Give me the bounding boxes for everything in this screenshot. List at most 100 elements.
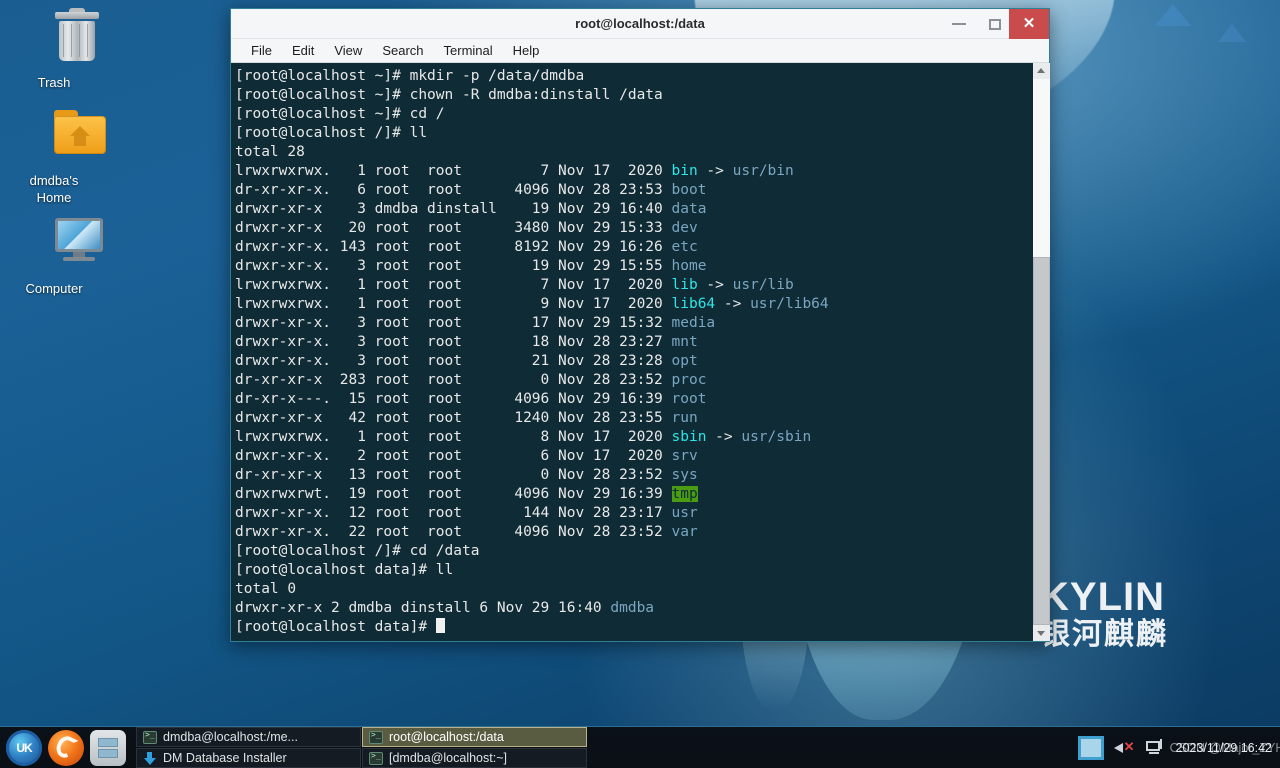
taskbar-item-root-data[interactable]: root@localhost:/data [362,727,587,747]
terminal-line: drwxr-xr-x. 3 root root 19 Nov 29 15:55 … [235,257,1032,276]
taskbar-item-dmdba-media[interactable]: dmdba@localhost:/me... [136,727,361,747]
terminal-line: [root@localhost data]# ll [235,561,1032,580]
desktop-icon-trash[interactable]: Trash [0,12,108,91]
desktop-icon-label: Computer [25,281,82,296]
terminal-icon [143,731,157,744]
taskbar-item-dmdba-home[interactable]: [dmdba@localhost:~] [362,748,587,768]
terminal-text: drwxr-xr-x. 12 root root 144 Nov 28 23:1… [235,505,672,521]
taskbar-window-list[interactable]: dmdba@localhost:/me... root@localhost:/d… [136,727,587,768]
kylin-brand-en: KYLIN [1040,576,1168,618]
terminal-body[interactable]: [root@localhost ~]# mkdir -p /data/dmdba… [231,63,1049,641]
terminal-text: drwxr-xr-x 2 dmdba dinstall 6 Nov 29 16:… [235,600,610,616]
show-desktop-icon[interactable] [1078,736,1104,760]
terminal-text: [root@localhost data]# ll [235,562,453,578]
menu-item-edit[interactable]: Edit [282,39,324,63]
minimize-button[interactable] [941,9,977,39]
taskbar-item-dm-installer[interactable]: DM Database Installer [136,748,361,768]
taskbar-item-label: DM Database Installer [163,751,287,765]
terminal-line: [root@localhost /]# ll [235,124,1032,143]
window-titlebar[interactable]: root@localhost:/data ✕ [231,9,1049,39]
menu-item-search[interactable]: Search [372,39,433,63]
terminal-line: drwxr-xr-x. 3 root root 17 Nov 29 15:32 … [235,314,1032,333]
terminal-text: [root@localhost ~]# mkdir -p /data/dmdba [235,68,584,84]
terminal-text: [root@localhost ~]# chown -R dmdba:dinst… [235,87,663,103]
terminal-output[interactable]: [root@localhost ~]# mkdir -p /data/dmdba… [231,63,1032,641]
terminal-text: mnt [672,334,698,350]
menubar[interactable]: File Edit View Search Terminal Help [231,39,1049,63]
wallpaper-triangle-b [1218,24,1246,42]
maximize-button[interactable] [977,9,1013,39]
terminal-line: total 0 [235,580,1032,599]
computer-icon [0,218,108,274]
terminal-line: [root@localhost data]# [235,618,1032,637]
terminal-text: usr/bin [733,163,794,179]
scroll-up-button[interactable] [1033,63,1050,79]
terminal-text: dmdba [610,600,654,616]
terminal-text: total 0 [235,581,296,597]
terminal-text: dr-xr-xr-x. 6 root root 4096 Nov 28 23:5… [235,182,672,198]
terminal-text: bin [672,163,698,179]
menu-item-view[interactable]: View [324,39,372,63]
minimize-icon [952,23,966,25]
kylin-brand-cn: 银河麒麟 [1040,618,1168,652]
terminal-text: home [672,258,707,274]
volume-muted-icon[interactable]: ✕ [1114,739,1136,757]
terminal-text: usr [672,505,698,521]
scroll-down-button[interactable] [1033,625,1050,641]
kylin-start-label: UK [6,730,42,766]
clock[interactable]: 2023/11/29 16:42 CSDN @Major_ZYH [1176,741,1272,755]
terminal-text: var [672,524,698,540]
terminal-text: [root@localhost /]# cd /data [235,543,479,559]
system-tray[interactable]: ✕ 2023/11/29 16:42 CSDN @Major_ZYH [1078,736,1280,760]
terminal-line: drwxr-xr-x 3 dmdba dinstall 19 Nov 29 16… [235,200,1032,219]
desktop: Trash dmdba's Home Computer KYLIN 银河麒麟 [0,0,1280,768]
terminal-line: drwxr-xr-x 20 root root 3480 Nov 29 15:3… [235,219,1032,238]
terminal-scrollbar[interactable] [1032,63,1049,641]
terminal-text: lrwxrwxrwx. 1 root root 7 Nov 17 2020 [235,277,672,293]
terminal-line: [root@localhost /]# cd /data [235,542,1032,561]
kylin-brand-watermark: KYLIN 银河麒麟 [1040,576,1168,652]
taskbar-item-label: root@localhost:/data [389,730,504,744]
kylin-start-icon[interactable]: UK [6,730,42,766]
terminal-text: dr-xr-xr-x 13 root root 0 Nov 28 23:52 [235,467,672,483]
chevron-up-icon [1037,68,1045,73]
window-title: root@localhost:/data [231,9,1049,39]
clock-text: 2023/11/29 16:42 [1176,741,1272,755]
terminal-line: [root@localhost ~]# mkdir -p /data/dmdba [235,67,1032,86]
terminal-text: [root@localhost ~]# cd / [235,106,445,122]
terminal-text: opt [672,353,698,369]
terminal-text: drwxr-xr-x. 3 root root 19 Nov 29 15:55 [235,258,672,274]
terminal-window[interactable]: root@localhost:/data ✕ File Edit View Se… [230,8,1050,642]
desktop-icon-dmdba-home[interactable]: dmdba's Home [0,110,108,206]
scrollbar-trough[interactable] [1033,79,1050,257]
terminal-text: drwxr-xr-x 3 dmdba dinstall 19 Nov 29 16… [235,201,672,217]
close-button[interactable]: ✕ [1009,9,1049,39]
terminal-line: lrwxrwxrwx. 1 root root 8 Nov 17 2020 sb… [235,428,1032,447]
menu-item-terminal[interactable]: Terminal [434,39,503,63]
terminal-text: dev [672,220,698,236]
terminal-text: drwxr-xr-x 20 root root 3480 Nov 29 15:3… [235,220,672,236]
terminal-text: tmp [672,486,698,502]
menu-item-file[interactable]: File [241,39,282,63]
firefox-icon[interactable] [48,730,84,766]
terminal-text: boot [672,182,707,198]
terminal-icon [369,752,383,765]
terminal-text: -> [715,296,750,312]
taskbar[interactable]: UK dmdba@localhost:/me... root@localhost… [0,726,1280,768]
terminal-text: etc [672,239,698,255]
chevron-down-icon [1037,631,1045,636]
file-manager-icon[interactable] [90,730,126,766]
terminal-text: lib [672,277,698,293]
menu-item-help[interactable]: Help [503,39,550,63]
terminal-text: run [672,410,698,426]
terminal-cursor [436,618,445,633]
terminal-line: lrwxrwxrwx. 1 root root 7 Nov 17 2020 li… [235,276,1032,295]
network-icon[interactable] [1146,739,1166,757]
terminal-text: drwxr-xr-x. 143 root root 8192 Nov 29 16… [235,239,672,255]
terminal-line: drwxr-xr-x 2 dmdba dinstall 6 Nov 29 16:… [235,599,1032,618]
terminal-text: lrwxrwxrwx. 1 root root 9 Nov 17 2020 [235,296,672,312]
desktop-icon-computer[interactable]: Computer [0,218,108,297]
scrollbar-thumb[interactable] [1033,257,1050,625]
terminal-line: dr-xr-xr-x 13 root root 0 Nov 28 23:52 s… [235,466,1032,485]
terminal-text: drwxrwxrwt. 19 root root 4096 Nov 29 16:… [235,486,672,502]
